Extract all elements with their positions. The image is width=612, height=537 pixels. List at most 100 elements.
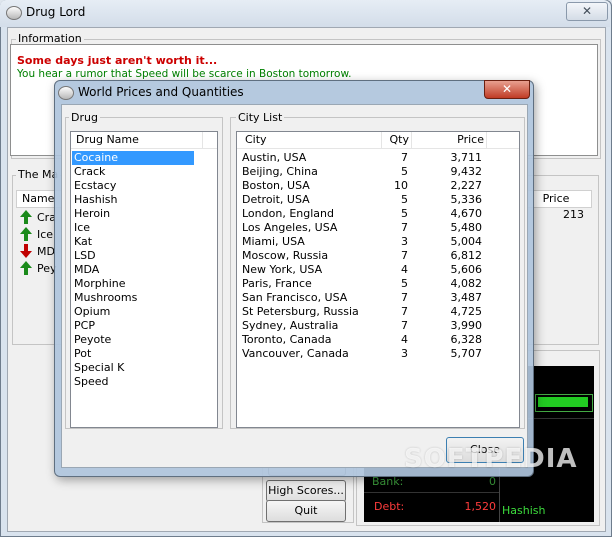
drug-list-item[interactable]: Crack: [72, 165, 194, 179]
city-row[interactable]: Los Angeles, USA 7 5,480: [240, 221, 516, 235]
qty-column-header[interactable]: Qty: [382, 132, 412, 148]
city-qty-cell: 4: [401, 333, 408, 346]
city-row[interactable]: Paris, France 5 4,082: [240, 277, 516, 291]
headline-text: Some days just aren't worth it...: [17, 54, 218, 67]
city-price-cell: 4,082: [450, 277, 483, 290]
window-title: Drug Lord: [26, 5, 86, 19]
city-row[interactable]: Sydney, Australia 7 3,990: [240, 319, 516, 333]
rumor-text: You hear a rumor that Speed will be scar…: [17, 68, 352, 80]
city-row[interactable]: Austin, USA 7 3,711: [240, 151, 516, 165]
drug-list-item[interactable]: LSD: [72, 249, 194, 263]
city-row[interactable]: Miami, USA 3 5,004: [240, 235, 516, 249]
city-row[interactable]: Toronto, Canada 4 6,328: [240, 333, 516, 347]
health-bar-fill: [538, 397, 588, 407]
dialog-close-x-button[interactable]: ✕: [484, 80, 530, 99]
drug-list-item[interactable]: PCP: [72, 319, 194, 333]
high-scores-button[interactable]: High Scores...: [266, 480, 346, 502]
city-row[interactable]: New York, USA 4 5,606: [240, 263, 516, 277]
city-row[interactable]: Boston, USA 10 2,227: [240, 179, 516, 193]
city-qty-cell: 7: [401, 305, 408, 318]
city-qty-cell: 5: [401, 165, 408, 178]
city-price-cell: 3,990: [450, 319, 483, 332]
city-price-cell: 2,227: [450, 179, 483, 192]
dialog-title: World Prices and Quantities: [78, 85, 244, 99]
main-title-bar[interactable]: [0, 0, 610, 27]
drug-list-item[interactable]: Kat: [72, 235, 194, 249]
city-price-cell: 5,004: [450, 235, 483, 248]
price-column-header[interactable]: Price: [412, 132, 487, 148]
watermark-text: SOFTPEDIA: [404, 444, 578, 474]
drug-list-header: Drug Name: [71, 132, 217, 149]
drug-list-item[interactable]: Heroin: [72, 207, 194, 221]
city-name-cell: Toronto, Canada: [242, 333, 332, 346]
inventory-hashish-label: Hashish: [502, 504, 546, 517]
city-name-cell: New York, USA: [242, 263, 323, 276]
window-close-button[interactable]: ✕: [566, 2, 608, 21]
city-row[interactable]: London, England 5 4,670: [240, 207, 516, 221]
drug-name-header[interactable]: Drug Name: [71, 132, 203, 148]
debt-label: Debt:: [374, 500, 405, 513]
city-price-cell: 5,606: [450, 263, 483, 276]
city-name-cell: San Francisco, USA: [242, 291, 348, 304]
city-group-label: City List: [236, 111, 285, 124]
city-qty-cell: 4: [401, 263, 408, 276]
drug-list-item[interactable]: Hashish: [72, 193, 194, 207]
city-qty-cell: 7: [401, 249, 408, 262]
quit-button[interactable]: Quit: [266, 500, 346, 522]
city-qty-cell: 5: [401, 207, 408, 220]
city-name-cell: Boston, USA: [242, 179, 310, 192]
market-drug-name: Ice: [37, 228, 54, 241]
drug-list-item[interactable]: Ice: [72, 221, 194, 235]
market-price-value: 213: [563, 208, 584, 221]
status-divider: [364, 492, 499, 493]
price-up-icon: [20, 227, 32, 241]
drug-list-item[interactable]: Special K: [72, 361, 194, 375]
city-price-cell: 4,725: [450, 305, 483, 318]
city-price-cell: 3,487: [450, 291, 483, 304]
drug-list-item[interactable]: MDA: [72, 263, 194, 277]
city-row[interactable]: San Francisco, USA 7 3,487: [240, 291, 516, 305]
price-up-icon: [20, 210, 32, 224]
city-qty-cell: 3: [401, 235, 408, 248]
city-column-header[interactable]: City: [237, 132, 382, 148]
drug-group-label: Drug: [69, 111, 100, 124]
drug-list-item[interactable]: Ecstacy: [72, 179, 194, 193]
drug-list-item[interactable]: Speed: [72, 375, 194, 389]
city-price-cell: 3,711: [450, 151, 483, 164]
city-row[interactable]: Beijing, China 5 9,432: [240, 165, 516, 179]
city-name-cell: Los Angeles, USA: [242, 221, 338, 234]
drug-list-item[interactable]: Opium: [72, 305, 194, 319]
city-qty-cell: 7: [401, 319, 408, 332]
city-qty-cell: 7: [401, 151, 408, 164]
city-qty-cell: 5: [401, 193, 408, 206]
drug-list-item[interactable]: Pot: [72, 347, 194, 361]
debt-value: 1,520: [464, 500, 497, 513]
city-name-cell: St Petersburg, Russia: [242, 305, 359, 318]
dialog-app-icon: [58, 86, 74, 100]
city-row[interactable]: Detroit, USA 5 5,336: [240, 193, 516, 207]
city-qty-cell: 10: [394, 179, 408, 192]
city-price-cell: 9,432: [450, 165, 483, 178]
city-name-cell: Paris, France: [242, 277, 312, 290]
city-name-cell: Detroit, USA: [242, 193, 310, 206]
city-price-cell: 5,480: [450, 221, 483, 234]
city-row[interactable]: Moscow, Russia 7 6,812: [240, 249, 516, 263]
city-qty-cell: 7: [401, 221, 408, 234]
drug-list-item[interactable]: Mushrooms: [72, 291, 194, 305]
city-row[interactable]: Vancouver, Canada 3 5,707: [240, 347, 516, 361]
app-icon: [6, 6, 22, 20]
city-price-cell: 6,328: [450, 333, 483, 346]
city-price-cell: 6,812: [450, 249, 483, 262]
city-qty-cell: 7: [401, 291, 408, 304]
city-price-cell: 4,670: [450, 207, 483, 220]
price-up-icon: [20, 261, 32, 275]
city-row[interactable]: St Petersburg, Russia 7 4,725: [240, 305, 516, 319]
drug-list-item[interactable]: Peyote: [72, 333, 194, 347]
city-name-cell: Beijing, China: [242, 165, 318, 178]
drug-list-item[interactable]: Morphine: [72, 277, 194, 291]
market-drug-name: MD: [37, 245, 55, 258]
city-name-cell: Moscow, Russia: [242, 249, 329, 262]
city-list-header: City Qty Price: [237, 132, 519, 149]
drug-list-item[interactable]: Cocaine: [72, 151, 194, 165]
city-qty-cell: 3: [401, 347, 408, 360]
